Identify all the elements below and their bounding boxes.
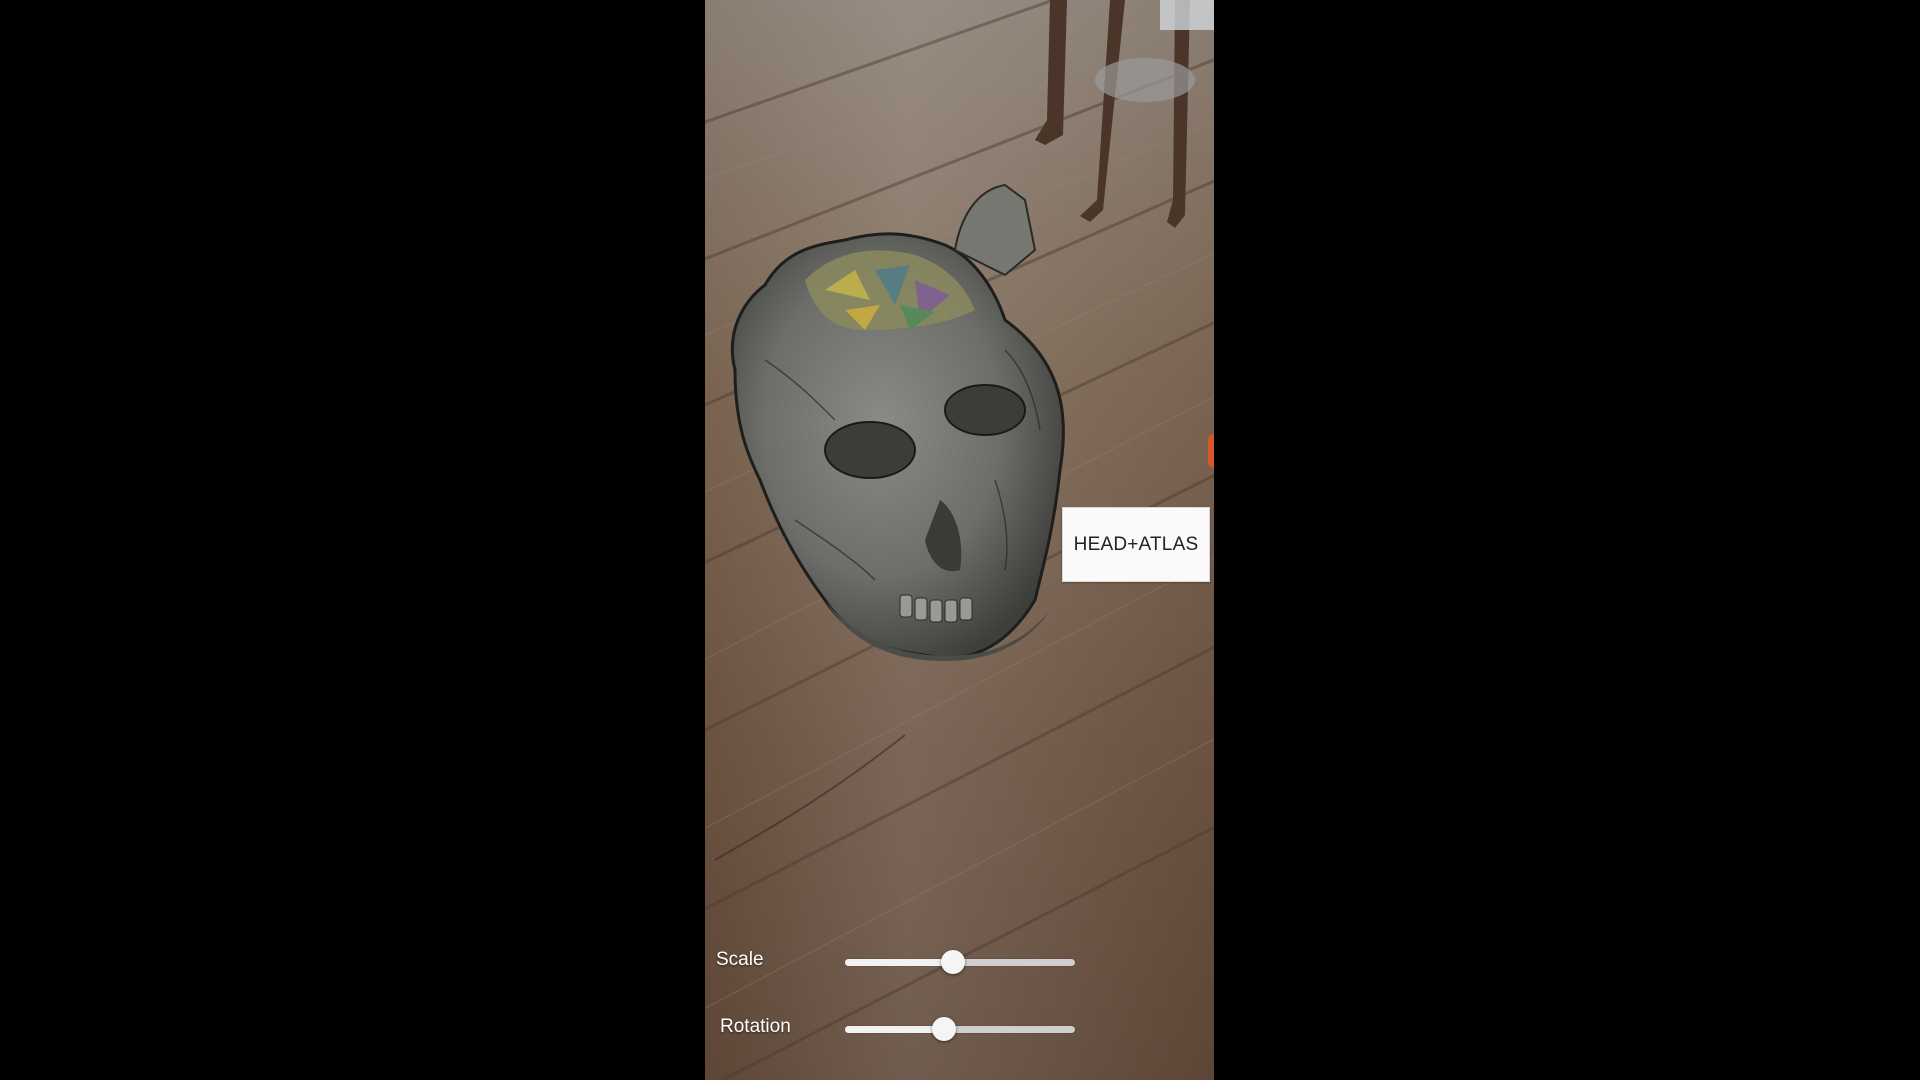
rotation-slider[interactable] (845, 1017, 1075, 1041)
orange-edge-marker (1208, 434, 1214, 468)
ar-viewport[interactable]: HEAD+ATLAS Scale Rotation (705, 0, 1214, 1080)
rotation-slider-fill (845, 1026, 944, 1033)
scale-slider-fill (845, 959, 954, 966)
rotation-label: Rotation (720, 1016, 791, 1037)
rotation-slider-row: Rotation (705, 1008, 1214, 1048)
model-label-button[interactable]: HEAD+ATLAS (1062, 507, 1210, 582)
scale-slider[interactable] (845, 950, 1075, 974)
rotation-slider-handle[interactable] (931, 1017, 956, 1041)
scale-slider-row: Scale (705, 941, 1214, 981)
scale-label: Scale (716, 949, 764, 970)
scale-slider-handle[interactable] (941, 950, 966, 974)
